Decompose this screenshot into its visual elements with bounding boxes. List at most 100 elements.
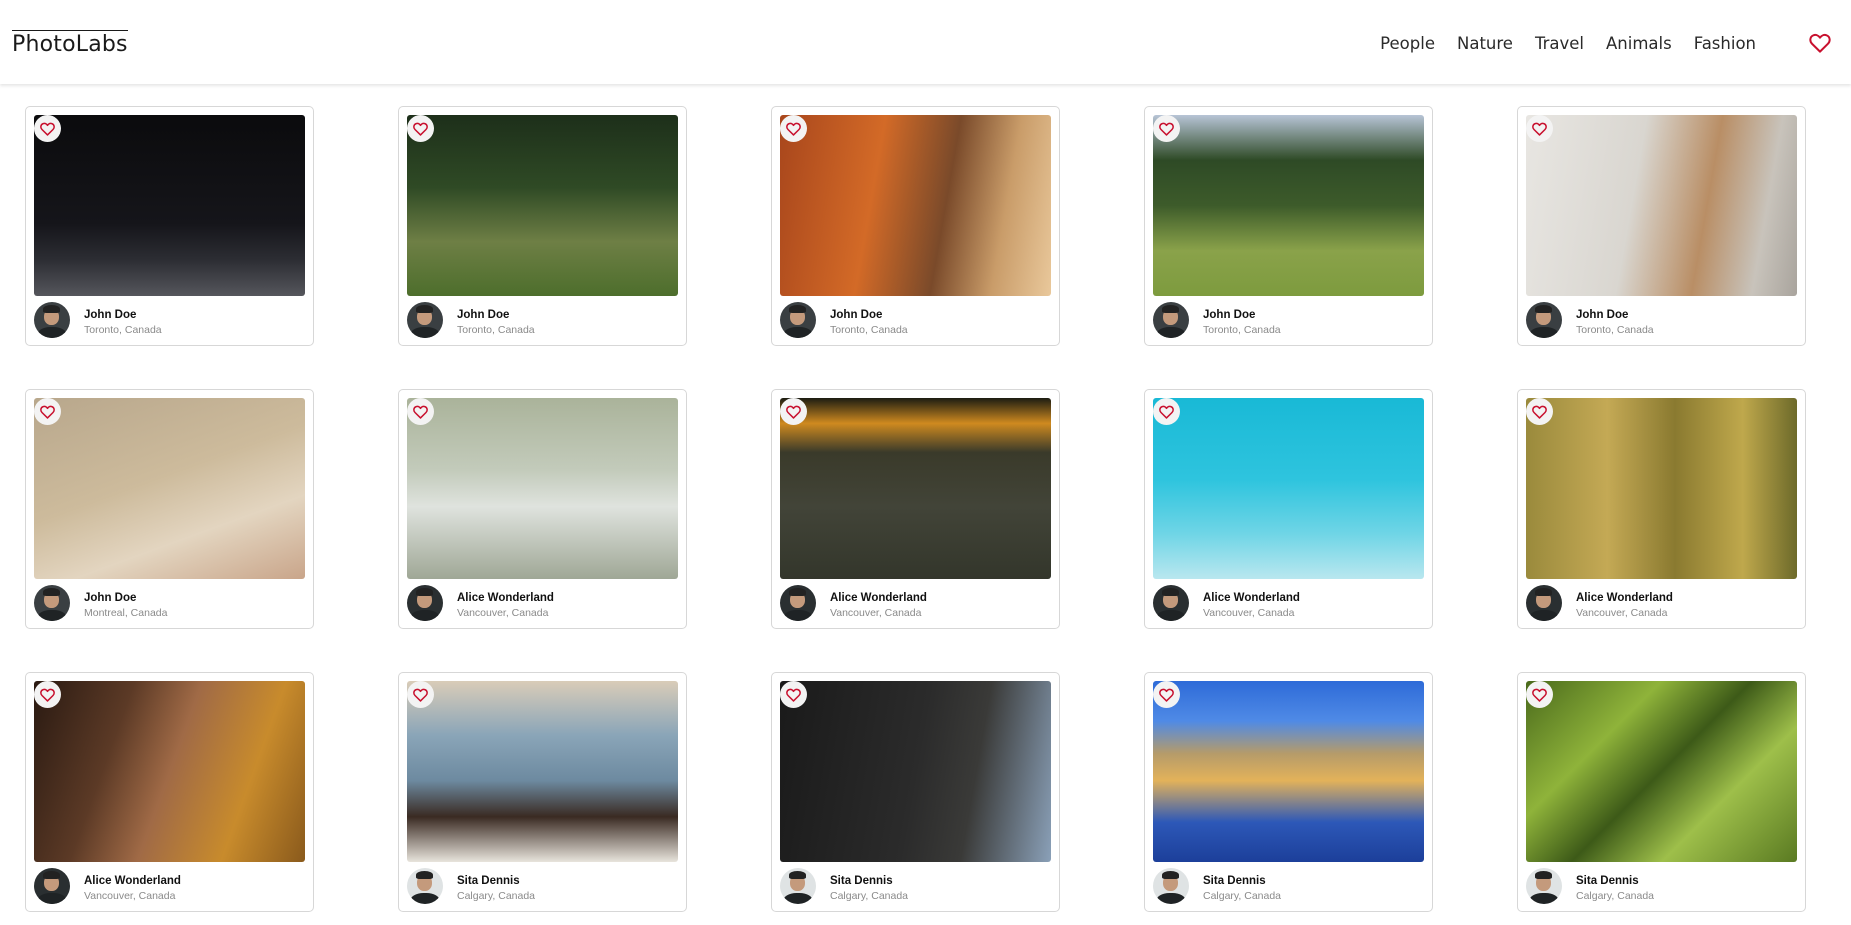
photo-card[interactable]: Alice Wonderland Vancouver, Canada	[25, 672, 314, 912]
photo-card[interactable]: Alice Wonderland Vancouver, Canada	[1517, 389, 1806, 629]
favorite-heart-icon[interactable]	[407, 398, 434, 425]
avatar	[780, 585, 816, 621]
top-navigation-bar: PhotoLabs People Nature Travel Animals F…	[0, 0, 1851, 84]
topic-animals[interactable]: Animals	[1606, 34, 1672, 53]
logo[interactable]: PhotoLabs	[12, 30, 128, 57]
avatar	[34, 585, 70, 621]
favorite-heart-icon[interactable]	[1526, 681, 1553, 708]
favorite-heart-icon[interactable]	[1526, 398, 1553, 425]
user-location: Vancouver, Canada	[84, 890, 176, 902]
photo-image-man-denim-shirt[interactable]	[407, 681, 678, 862]
favorite-heart-icon[interactable]	[1153, 115, 1180, 142]
photo-image-horses-on-hill[interactable]	[1153, 115, 1424, 296]
favorite-heart-icon[interactable]	[780, 681, 807, 708]
user-name: John Doe	[1203, 309, 1256, 321]
photo-image-rice-terraces[interactable]	[1526, 681, 1797, 862]
avatar	[1526, 302, 1562, 338]
photo-card[interactable]: Sita Dennis Calgary, Canada	[398, 672, 687, 912]
topic-fashion[interactable]: Fashion	[1694, 34, 1756, 53]
user-name: John Doe	[1576, 309, 1629, 321]
avatar	[780, 868, 816, 904]
photo-image-woman-curly-hair[interactable]	[34, 681, 305, 862]
photo-profile: Alice Wonderland Vancouver, Canada	[1153, 584, 1424, 624]
favorite-heart-icon[interactable]	[1526, 115, 1553, 142]
photo-image-jaguar-in-jungle[interactable]	[407, 115, 678, 296]
topic-list: People Nature Travel Animals Fashion	[1358, 34, 1756, 53]
photo-card[interactable]: John Doe Toronto, Canada	[1517, 106, 1806, 346]
photo-image-palm-trees-sky[interactable]	[1153, 398, 1424, 579]
avatar	[1526, 868, 1562, 904]
favorite-heart-icon[interactable]	[780, 115, 807, 142]
photo-card[interactable]: Sita Dennis Calgary, Canada	[1144, 672, 1433, 912]
photo-card[interactable]: John Doe Toronto, Canada	[771, 106, 1060, 346]
user-location: Toronto, Canada	[84, 324, 162, 336]
favorite-heart-icon[interactable]	[1153, 681, 1180, 708]
avatar	[780, 302, 816, 338]
topic-nature[interactable]: Nature	[1457, 34, 1513, 53]
photo-image-man-walking-night[interactable]	[34, 115, 305, 296]
photo-card[interactable]: John Doe Toronto, Canada	[398, 106, 687, 346]
user-name: Alice Wonderland	[830, 592, 927, 604]
avatar	[407, 585, 443, 621]
avatar	[1153, 868, 1189, 904]
avatar	[1153, 585, 1189, 621]
photo-image-man-with-mug[interactable]	[1526, 115, 1797, 296]
photo-profile: Sita Dennis Calgary, Canada	[407, 867, 678, 907]
photo-profile: John Doe Toronto, Canada	[780, 301, 1051, 341]
photo-card[interactable]: Sita Dennis Calgary, Canada	[1517, 672, 1806, 912]
user-location: Calgary, Canada	[457, 890, 536, 902]
topic-people[interactable]: People	[1380, 34, 1435, 53]
user-location: Vancouver, Canada	[1576, 607, 1668, 619]
photo-card[interactable]: Sita Dennis Calgary, Canada	[771, 672, 1060, 912]
user-location: Toronto, Canada	[1203, 324, 1281, 336]
favorite-heart-icon[interactable]	[407, 115, 434, 142]
photo-image-bird-in-reeds[interactable]	[1526, 398, 1797, 579]
photo-profile: John Doe Toronto, Canada	[34, 301, 305, 341]
avatar	[1526, 585, 1562, 621]
avatar	[34, 868, 70, 904]
user-name: Sita Dennis	[830, 875, 893, 887]
topic-travel[interactable]: Travel	[1535, 34, 1584, 53]
user-location: Vancouver, Canada	[1203, 607, 1295, 619]
photo-card[interactable]: Alice Wonderland Vancouver, Canada	[398, 389, 687, 629]
favorite-heart-icon[interactable]	[407, 681, 434, 708]
user-name: John Doe	[457, 309, 510, 321]
user-name: Alice Wonderland	[1576, 592, 1673, 604]
photo-image-colorful-harbor[interactable]	[1153, 681, 1424, 862]
photo-image-orange-buildings-temple[interactable]	[780, 115, 1051, 296]
favorite-heart-icon[interactable]	[34, 681, 61, 708]
photo-card[interactable]: Alice Wonderland Vancouver, Canada	[771, 389, 1060, 629]
user-location: Toronto, Canada	[1576, 324, 1654, 336]
favorite-heart-icon[interactable]	[34, 115, 61, 142]
user-location: Calgary, Canada	[1203, 890, 1282, 902]
photo-card[interactable]: John Doe Toronto, Canada	[1144, 106, 1433, 346]
user-name: Sita Dennis	[1576, 875, 1639, 887]
favorite-heart-icon[interactable]	[780, 398, 807, 425]
photo-image-woman-white-top[interactable]	[407, 398, 678, 579]
photo-profile: Sita Dennis Calgary, Canada	[780, 867, 1051, 907]
favorite-heart-icon[interactable]	[34, 398, 61, 425]
photo-image-black-dog-closeup[interactable]	[780, 681, 1051, 862]
avatar	[1153, 302, 1189, 338]
photo-card[interactable]: John Doe Montreal, Canada	[25, 389, 314, 629]
photo-profile: Sita Dennis Calgary, Canada	[1153, 867, 1424, 907]
photo-image-dog-lying-grass[interactable]	[780, 398, 1051, 579]
avatar	[407, 868, 443, 904]
photo-profile: Alice Wonderland Vancouver, Canada	[407, 584, 678, 624]
favorites-heart-icon[interactable]	[1809, 33, 1831, 53]
avatar	[34, 302, 70, 338]
photo-card[interactable]: John Doe Toronto, Canada	[25, 106, 314, 346]
photo-profile: Sita Dennis Calgary, Canada	[1526, 867, 1797, 907]
user-name: Alice Wonderland	[84, 875, 181, 887]
user-location: Toronto, Canada	[830, 324, 908, 336]
user-name: Alice Wonderland	[1203, 592, 1300, 604]
user-name: Sita Dennis	[457, 875, 520, 887]
favorite-heart-icon[interactable]	[1153, 398, 1180, 425]
user-name: John Doe	[830, 309, 883, 321]
photo-image-phone-in-hand[interactable]	[34, 398, 305, 579]
photo-profile: John Doe Montreal, Canada	[34, 584, 305, 624]
photo-profile: John Doe Toronto, Canada	[1153, 301, 1424, 341]
photo-profile: Alice Wonderland Vancouver, Canada	[1526, 584, 1797, 624]
user-name: John Doe	[84, 592, 137, 604]
photo-card[interactable]: Alice Wonderland Vancouver, Canada	[1144, 389, 1433, 629]
